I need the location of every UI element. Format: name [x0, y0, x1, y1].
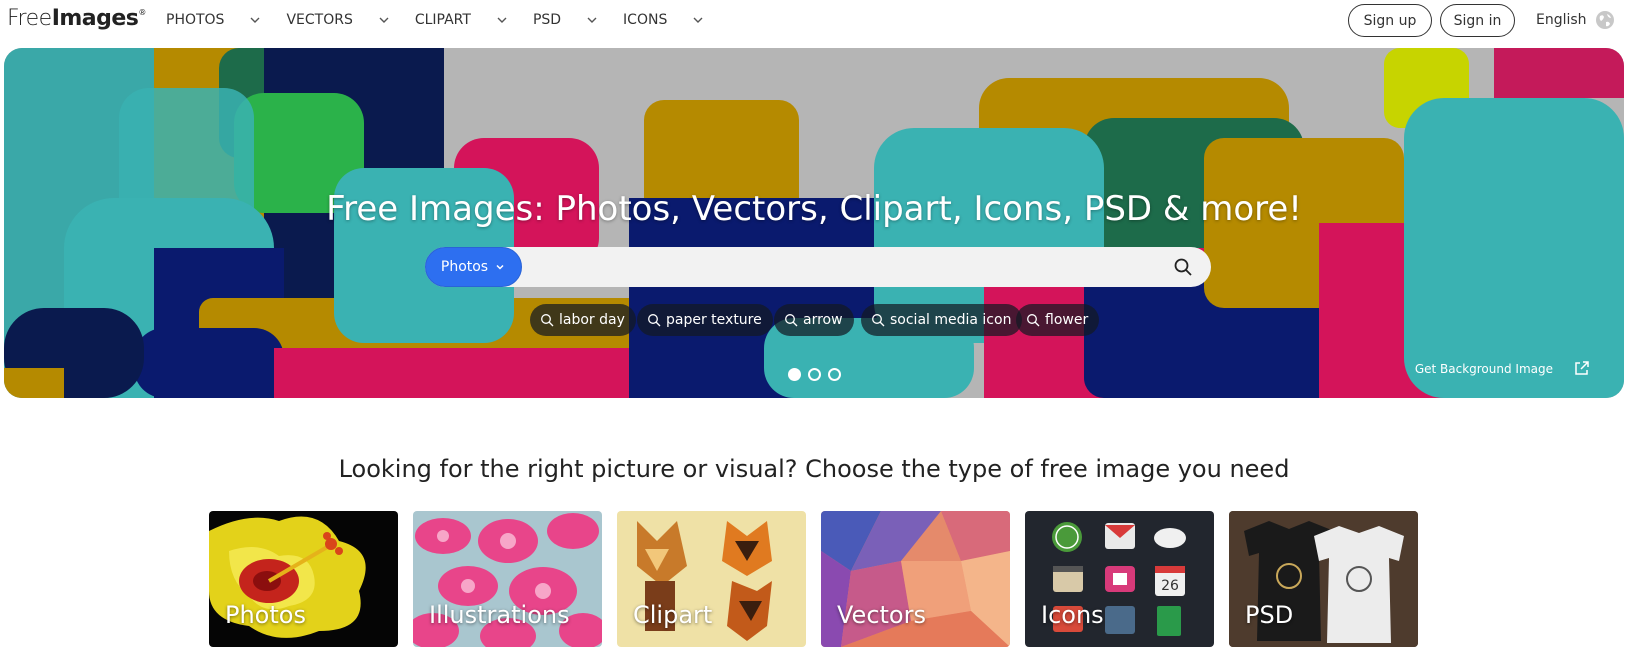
- external-link-icon: [1575, 361, 1589, 375]
- search-icon: [648, 314, 661, 327]
- chevron-down-icon: [494, 261, 506, 273]
- category-label: Icons: [1041, 601, 1104, 629]
- category-card-illustrations[interactable]: Illustrations: [413, 511, 602, 647]
- tag-social-media-icon[interactable]: social media icon: [861, 304, 1023, 336]
- category-label: Vectors: [837, 601, 926, 629]
- nav-item-vectors[interactable]: VECTORS: [286, 11, 392, 29]
- chevron-down-icon: [493, 11, 511, 29]
- tag-label: arrow: [803, 312, 843, 328]
- search-icon[interactable]: [1173, 257, 1193, 277]
- category-heading: Looking for the right picture or visual?…: [338, 455, 1290, 483]
- search-icon: [785, 314, 798, 327]
- search-icon: [872, 314, 885, 327]
- svg-text:26: 26: [1161, 578, 1179, 594]
- nav-label: PHOTOS: [166, 12, 225, 28]
- search-icon: [1027, 314, 1040, 327]
- carousel-dot-2[interactable]: [808, 368, 821, 381]
- site-logo[interactable]: FreeImages®: [7, 6, 146, 31]
- language-selector[interactable]: English: [1536, 10, 1615, 30]
- category-card-photos[interactable]: Photos: [209, 511, 398, 647]
- carousel-dot-1[interactable]: [788, 368, 801, 381]
- nav-label: ICONS: [623, 12, 668, 28]
- category-card-icons[interactable]: 26 Icons: [1025, 511, 1214, 647]
- tag-label: labor day: [559, 312, 625, 328]
- carousel-dot-3[interactable]: [828, 368, 841, 381]
- nav-item-photos[interactable]: PHOTOS: [166, 11, 264, 29]
- tag-label: flower: [1045, 312, 1089, 328]
- carousel-dots: [788, 368, 848, 381]
- suggested-tags: labor day paper texture arrow social med…: [4, 304, 1624, 338]
- tag-arrow[interactable]: arrow: [774, 304, 854, 336]
- sign-in-button[interactable]: Sign in: [1440, 4, 1515, 37]
- logo-registered-mark: ®: [138, 8, 146, 17]
- globe-icon: [1595, 10, 1615, 30]
- hero-title: Free Images: Photos, Vectors, Clipart, I…: [326, 189, 1302, 229]
- category-card-psd[interactable]: PSD: [1229, 511, 1418, 647]
- search-icon: [541, 314, 554, 327]
- tag-label: paper texture: [666, 312, 762, 328]
- tag-flower[interactable]: flower: [1016, 304, 1100, 336]
- hero-banner: Free Images: Photos, Vectors, Clipart, I…: [4, 48, 1624, 398]
- main-nav: PHOTOS VECTORS CLIPART PSD ICONS: [166, 0, 707, 40]
- tag-label: social media icon: [890, 312, 1012, 328]
- tag-paper-texture[interactable]: paper texture: [637, 304, 773, 336]
- search-type-label: Photos: [440, 259, 489, 275]
- nav-item-clipart[interactable]: CLIPART: [415, 11, 511, 29]
- nav-item-psd[interactable]: PSD: [533, 11, 601, 29]
- nav-label: VECTORS: [286, 12, 353, 28]
- search-bar: Photos: [425, 247, 1211, 287]
- category-label: PSD: [1245, 601, 1294, 629]
- category-label: Photos: [225, 601, 306, 629]
- chevron-down-icon: [583, 11, 601, 29]
- chevron-down-icon: [246, 11, 264, 29]
- category-grid: Photos Illustrations Clipart Vectors 26 …: [209, 511, 1433, 647]
- nav-label: PSD: [532, 12, 562, 28]
- nav-label: CLIPART: [414, 12, 471, 28]
- nav-item-icons[interactable]: ICONS: [623, 11, 707, 29]
- site-header: FreeImages® PHOTOS VECTORS CLIPART PSD I…: [0, 0, 1628, 46]
- language-label: English: [1536, 12, 1587, 28]
- get-background-image-label: Get Background Image: [1414, 361, 1553, 376]
- tag-labor-day[interactable]: labor day: [530, 304, 636, 336]
- chevron-down-icon: [375, 11, 393, 29]
- category-card-vectors[interactable]: Vectors: [821, 511, 1010, 647]
- category-label: Clipart: [633, 601, 713, 629]
- search-input[interactable]: [525, 247, 1165, 287]
- chevron-down-icon: [689, 11, 707, 29]
- sign-up-button[interactable]: Sign up: [1348, 4, 1432, 37]
- search-type-dropdown[interactable]: Photos: [425, 247, 522, 287]
- logo-text-bold: Images: [51, 6, 139, 31]
- logo-text-light: Free: [7, 6, 52, 31]
- category-label: Illustrations: [429, 601, 570, 629]
- category-card-clipart[interactable]: Clipart: [617, 511, 806, 647]
- get-background-image-link[interactable]: Get Background Image: [1415, 360, 1590, 377]
